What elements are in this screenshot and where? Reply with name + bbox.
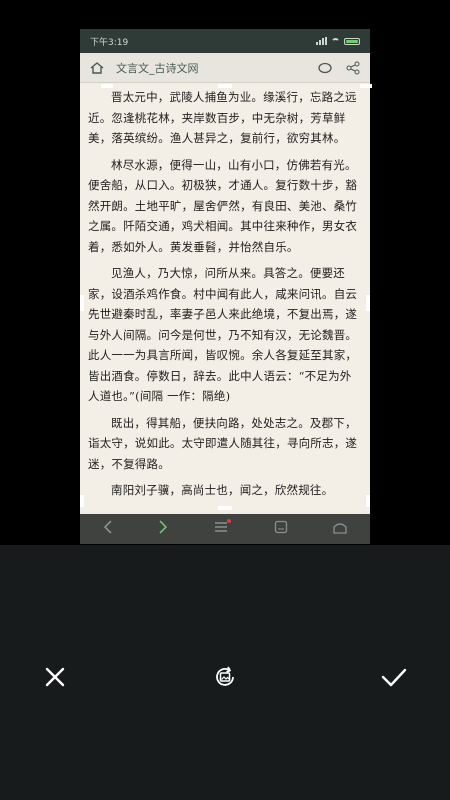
browser-bottom-bar [80,514,370,544]
battery-icon [344,37,360,45]
menu-button[interactable] [214,519,231,537]
home-outline-icon [333,522,347,534]
article-paragraph: 既出，得其船，便扶向路，处处志之。及郡下，诣太守，说如此。太守即遣人随其往，寻向… [88,415,358,471]
status-indicators [316,37,360,45]
article-paragraph: 晋太元中，武陵人捕鱼为业。缘溪行，忘路之远近。忽逢桃花林，夹岸数百步，中无杂树，… [88,90,357,145]
crop-handle-bottom-mid[interactable] [218,506,232,510]
status-time: 下午3:19 [90,37,129,48]
crop-handle-left-mid[interactable] [80,295,84,311]
crop-handle-bottom-left[interactable] [80,495,84,507]
signal-icon [316,37,327,45]
browser-toolbar: 文言文_古诗文网 [80,53,370,83]
article-content: 晋太元中，武陵人捕鱼为业。缘溪行，忘路之远近。忽逢桃花林，夹岸数百步，中无杂树，… [80,83,370,513]
confirm-button[interactable] [374,657,414,697]
wifi-icon [331,37,340,45]
home-icon[interactable] [90,61,104,74]
back-button[interactable] [103,520,113,538]
home-button[interactable] [333,521,347,538]
rotate-image-icon [216,666,234,686]
chevron-left-icon [103,520,112,534]
close-icon [45,667,65,687]
crop-handle-bottom-right[interactable] [366,495,370,507]
editor-action-bar [0,545,450,800]
rotate-button[interactable] [205,657,245,697]
crop-handle-right-mid[interactable] [366,295,370,311]
crop-handle-top-right[interactable] [360,84,372,88]
captured-screenshot: 下午3:19 文言文_古诗文网 晋太元中，武陵人捕鱼为业。缘溪行，忘路之远近。忽… [80,29,370,544]
crop-handle-top-left[interactable] [101,84,113,88]
chevron-right-icon [159,520,168,534]
forward-button[interactable] [158,520,168,538]
chat-icon[interactable] [318,62,332,74]
article-paragraph: 南阳刘子骥，高尚士也，闻之，欣然规往。 [111,483,334,497]
checkmark-icon [381,668,407,687]
tabs-button[interactable] [274,520,288,538]
article-paragraph: 林尽水源，便得一山，山有小口，仿佛若有光。便舍船，从口入。初极狭，才通人。复行数… [88,157,358,254]
cancel-button[interactable] [35,657,75,697]
captured-status-bar: 下午3:19 [80,29,370,53]
tabs-icon [274,520,287,534]
article-paragraph: 见渔人，乃大惊，问所从来。具答之。便要还家，设酒杀鸡作食。村中闻有此人，咸来问讯… [88,266,358,403]
menu-icon [214,522,227,532]
page-title: 文言文_古诗文网 [116,61,199,75]
share-icon[interactable] [346,61,360,75]
crop-handle-top-mid[interactable] [218,84,232,88]
